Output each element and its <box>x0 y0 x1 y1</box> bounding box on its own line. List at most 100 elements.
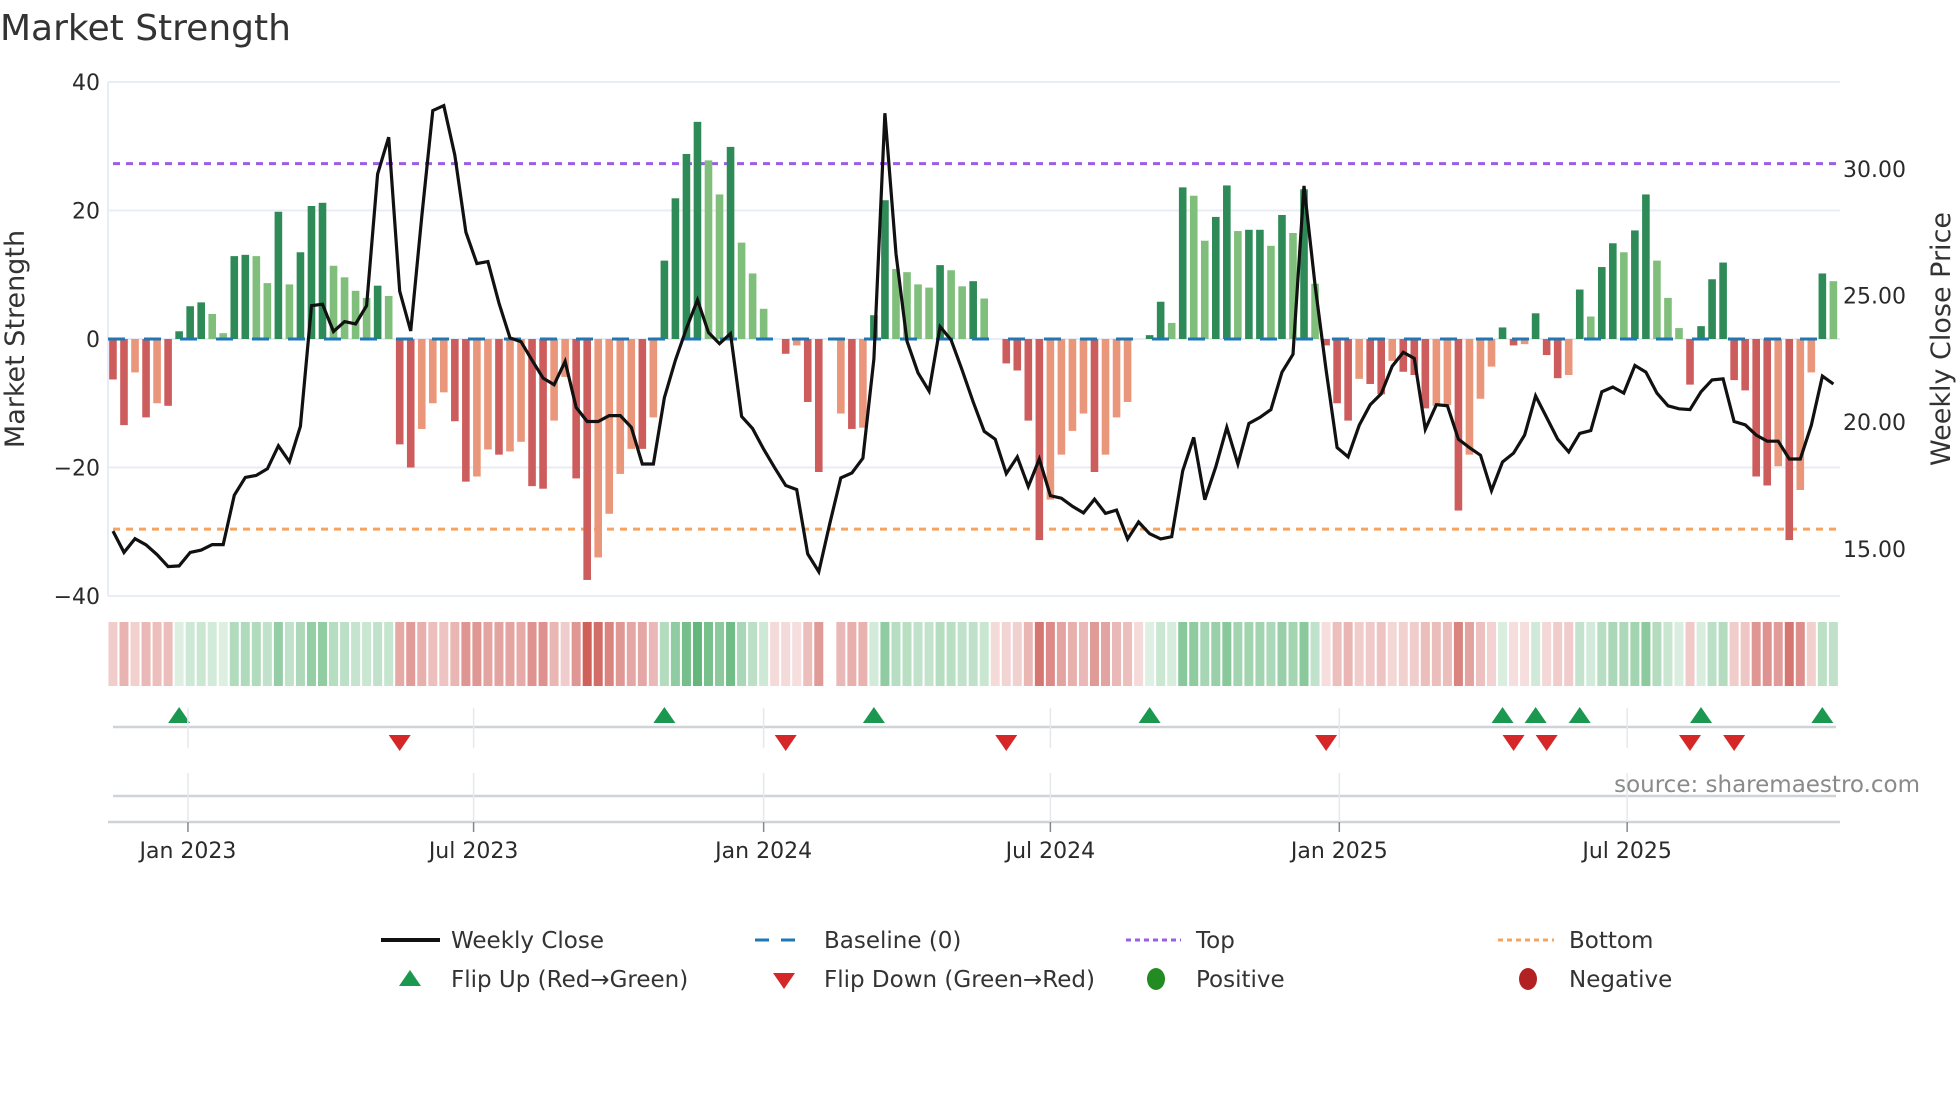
strip-cell <box>1321 622 1331 686</box>
strip-cell <box>648 622 658 686</box>
strip-cell <box>604 622 614 686</box>
strip-cell <box>1299 622 1309 686</box>
flip-down-marker <box>1535 735 1558 751</box>
strength-bars <box>109 121 1838 580</box>
source-attribution: source: sharemaestro.com <box>1614 772 1920 798</box>
positive-bar <box>1156 301 1165 339</box>
positive-bar <box>947 270 955 339</box>
positive-bar <box>958 286 966 339</box>
positive-bar <box>1609 243 1617 339</box>
strip-cell <box>1685 622 1695 686</box>
negative-bar <box>109 339 117 380</box>
x-tick-label: Jul 2024 <box>1004 839 1096 864</box>
strip-cell <box>1795 622 1805 686</box>
negative-bar <box>1388 339 1397 361</box>
positive-bar <box>208 313 217 339</box>
strip-cell <box>1045 622 1055 686</box>
y-tick-label: −40 <box>54 585 100 610</box>
negative-bar <box>1564 339 1573 375</box>
strip-cell <box>1575 622 1585 686</box>
right-y-axis-label: Weekly Close Price <box>1926 212 1957 466</box>
strip-cell <box>527 622 537 686</box>
strip-cell <box>615 622 625 686</box>
strip-cell <box>1586 622 1596 686</box>
negative-bar <box>616 339 625 474</box>
positive-bar <box>252 256 261 339</box>
strip-cell <box>406 622 416 686</box>
negative-bar <box>462 339 470 482</box>
positive-bar <box>1708 279 1716 339</box>
positive-bar <box>1653 260 1661 339</box>
negative-bar <box>1101 339 1110 455</box>
negative-bar <box>1057 339 1066 455</box>
strip-cell <box>163 622 173 686</box>
positive-bar <box>296 252 305 339</box>
strip-cell <box>1442 622 1452 686</box>
flip-down-marker <box>388 735 411 751</box>
strip-cell <box>1023 622 1033 686</box>
negative-bar <box>1355 339 1363 379</box>
strip-cell <box>262 622 272 686</box>
strip-cell <box>1696 622 1706 686</box>
positive-bar <box>241 254 250 339</box>
strip-cell <box>196 622 206 686</box>
negative-bar <box>1068 339 1077 431</box>
strip-cell <box>836 622 846 686</box>
negative-bar <box>142 339 150 418</box>
strip-cell <box>1762 622 1772 686</box>
strip-cell <box>1288 622 1298 686</box>
strip-cell <box>880 622 890 686</box>
negative-bar <box>153 339 161 404</box>
strip-cell <box>505 622 515 686</box>
positive-bar <box>704 160 713 339</box>
negative-bar <box>1333 339 1341 404</box>
negative-bar <box>781 339 790 354</box>
legend-label: Top <box>1195 928 1235 954</box>
y-tick-label: 20 <box>72 200 100 225</box>
strip-cell <box>924 622 934 686</box>
negative-bar <box>1421 339 1430 409</box>
positive-bar <box>925 287 933 339</box>
strip-cell <box>1453 622 1463 686</box>
positive-bar <box>1178 187 1187 339</box>
strip-cell <box>1641 622 1651 686</box>
positive-bar <box>230 256 239 339</box>
strip-cell <box>1034 622 1044 686</box>
strip-cell <box>1078 622 1088 686</box>
y-right-tick-label: 25.00 <box>1843 285 1906 310</box>
positive-bar <box>737 242 746 339</box>
negative-bar <box>451 339 459 422</box>
strip-cell <box>902 622 912 686</box>
negative-bar <box>1807 339 1816 373</box>
strip-cell <box>626 622 636 686</box>
strip-cell <box>130 622 140 686</box>
strip-cell <box>560 622 570 686</box>
strip-cell <box>295 622 305 686</box>
flip-down-marker <box>1315 735 1338 751</box>
positive-bar <box>671 198 680 339</box>
strip-cell <box>218 622 228 686</box>
legend-item-flip-down: Flip Down (Green→Red) <box>773 967 1095 993</box>
positive-bar <box>1200 240 1209 339</box>
negative-bar <box>1443 339 1452 406</box>
positive-bar <box>186 306 194 339</box>
legend-label: Negative <box>1569 967 1672 993</box>
strip-cell <box>1784 622 1794 686</box>
positive-bar <box>1223 185 1231 339</box>
negative-bar <box>583 339 591 580</box>
negative-bar <box>539 339 547 489</box>
strip-cell <box>792 622 802 686</box>
strip-cell <box>1817 622 1827 686</box>
strip-cell <box>726 622 736 686</box>
positive-bar <box>1642 194 1650 339</box>
strip-cell <box>659 622 669 686</box>
strip-cell <box>1806 622 1816 686</box>
strip-cell <box>1145 622 1155 686</box>
strip-cell <box>957 622 967 686</box>
legend-item-top: Top <box>1126 928 1235 954</box>
strip-cell <box>1123 622 1133 686</box>
strip-cell <box>1112 622 1122 686</box>
x-axis-ticks: Jan 2023 Jul 2023 Jan 2024 Jul 2024 Jan 2025… <box>138 708 1672 864</box>
x-tick-label: Jul 2025 <box>1580 839 1672 864</box>
negative-bar <box>1730 339 1738 381</box>
